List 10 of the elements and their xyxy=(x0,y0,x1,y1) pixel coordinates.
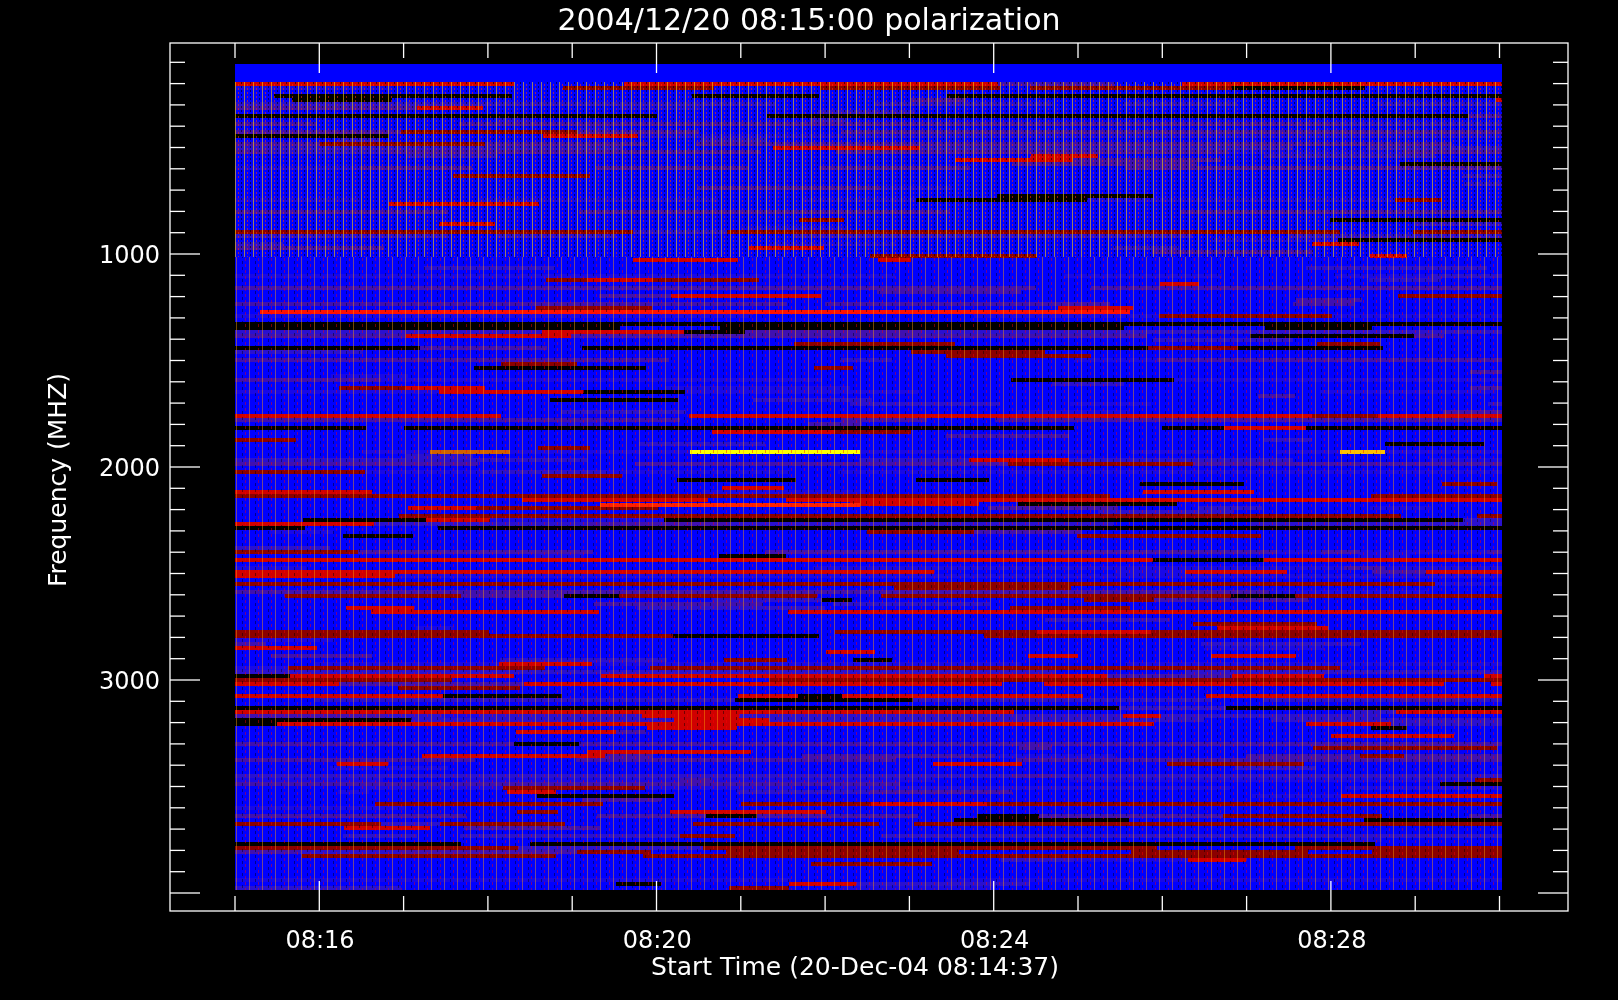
x-axis-label: Start Time (20-Dec-04 08:14:37) xyxy=(651,952,1059,981)
y-tick-label: 2000 xyxy=(98,454,160,482)
x-tick-label: 08:24 xyxy=(960,926,1030,954)
x-tick-label: 08:16 xyxy=(285,926,355,954)
y-tick-label: 3000 xyxy=(98,667,160,695)
x-tick-label: 08:28 xyxy=(1297,926,1367,954)
x-tick-label: 08:20 xyxy=(622,926,692,954)
chart-title: 2004/12/20 08:15:00 polarization xyxy=(557,2,1061,37)
y-axis-label: Frequency (MHZ) xyxy=(43,372,72,588)
y-tick-label: 1000 xyxy=(98,241,160,269)
